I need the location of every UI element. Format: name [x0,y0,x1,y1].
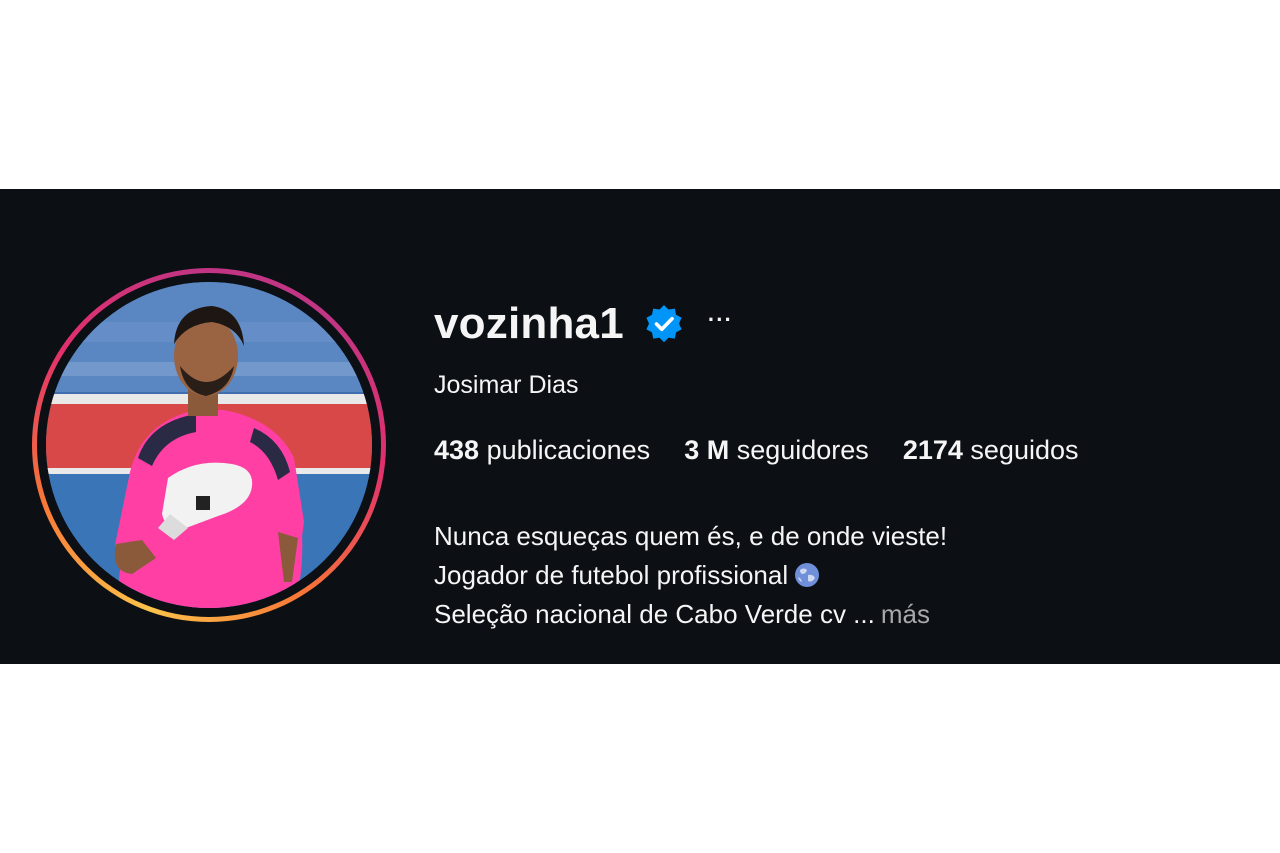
following-count[interactable]: 2174 seguidos [903,435,1079,466]
followers-count[interactable]: 3 M seguidores [684,435,869,466]
bio: Nunca esqueças quem és, e de onde vieste… [434,517,947,634]
username-row: vozinha1 ··· [434,296,733,352]
verified-badge-icon [646,305,682,343]
posts-value: 438 [434,435,480,465]
bio-line-2: Jogador de futebol profissional [434,556,947,595]
bio-more-link[interactable]: más [881,599,930,629]
username[interactable]: vozinha1 [434,299,624,349]
bio-line-3-text: Seleção nacional de Cabo Verde cv ... [434,599,875,629]
bio-line-2-text: Jogador de futebol profissional [434,560,789,590]
avatar[interactable] [46,282,372,608]
following-label: seguidos [970,435,1079,465]
posts-count[interactable]: 438 publicaciones [434,435,650,466]
globe-emoji-icon [795,563,820,587]
full-name: Josimar Dias [434,371,579,399]
following-value: 2174 [902,435,963,465]
profile-stats: 438 publicaciones 3 M seguidores 2174 se… [434,435,1113,466]
followers-value: 3 M [684,435,730,465]
followers-label: seguidores [736,435,869,465]
more-options-icon[interactable]: ··· [708,309,733,339]
posts-label: publicaciones [486,435,651,465]
bio-line-3: Seleção nacional de Cabo Verde cv ... más [434,595,947,634]
avatar-photo [46,282,372,608]
story-ring[interactable] [32,268,386,622]
bio-line-1: Nunca esqueças quem és, e de onde vieste… [434,521,948,551]
